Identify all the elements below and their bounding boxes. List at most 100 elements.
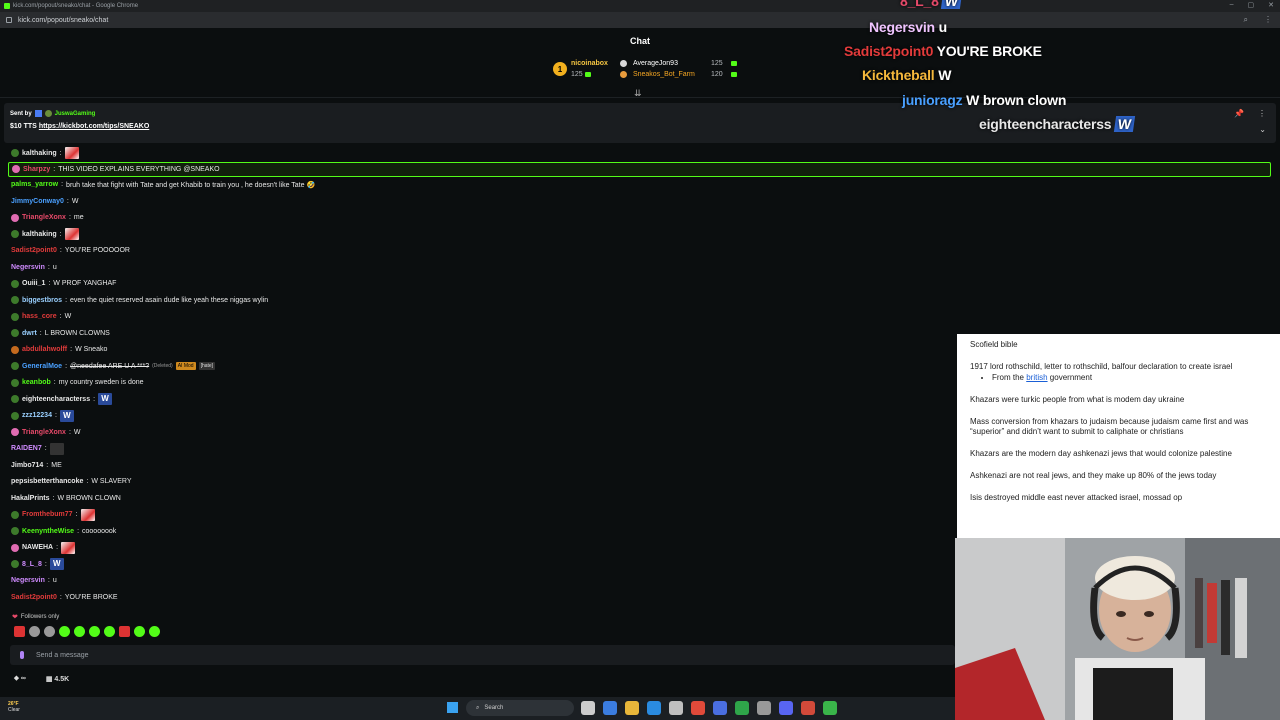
chat-username[interactable]: hass_core [22, 313, 57, 320]
chat-username[interactable]: Fromthebum77 [22, 511, 73, 518]
chat-username[interactable]: palms_yarrow [11, 181, 58, 188]
chat-message[interactable]: Sadist2point0: YOU'RE POOOOOR [8, 243, 948, 260]
chat-message[interactable]: Sadist2point0: YOU'RE BROKE [8, 589, 948, 606]
chat-username[interactable]: RAIDEN7 [11, 445, 42, 452]
highlighted-chat-message[interactable]: Sharpzy: THIS VIDEO EXPLAINS EVERYTHING @… [8, 161, 1271, 177]
chat-message[interactable]: TriangleXonx: me [8, 210, 948, 227]
emote-icon[interactable] [134, 626, 145, 637]
chat-message-text: u [52, 577, 57, 585]
taskbar-search[interactable]: ⌕ Search [466, 700, 574, 716]
emote-icon[interactable] [89, 626, 100, 637]
taskbar-search-placeholder: Search [484, 705, 504, 711]
chat-message-text: W [73, 428, 81, 436]
chat-message[interactable]: KeenyntheWise: coooooook [8, 523, 948, 540]
xbox-icon[interactable] [735, 701, 749, 715]
infinity-icon[interactable]: ⬥ ∞ [14, 675, 26, 683]
chat-message[interactable]: HakalPrints: W BROWN CLOWN [8, 490, 948, 507]
chat-username[interactable]: kalthaking [22, 150, 57, 157]
app-icon[interactable] [823, 701, 837, 715]
chat-message[interactable]: Negersvin: u [8, 573, 948, 590]
task-view-icon[interactable] [581, 701, 595, 715]
emote-icon[interactable] [29, 626, 40, 637]
chat-message[interactable]: pepsisbetterthancoke: W SLAVERY [8, 474, 948, 491]
chrome-icon[interactable] [801, 701, 815, 715]
emote-icon[interactable] [149, 626, 160, 637]
emote-icon [64, 228, 79, 241]
chat-message[interactable]: dwrt: L BROWN CLOWNS [8, 325, 948, 342]
overlay-line: junioragz W brown clown [902, 92, 1066, 108]
leaderboard-row[interactable]: Sneakos_Bot_Farm 120 [619, 71, 737, 78]
settings-icon[interactable] [757, 701, 771, 715]
weather-widget[interactable]: 26°F Clear [8, 701, 20, 713]
scroll-to-bottom-icon[interactable]: ⇊ [634, 88, 642, 99]
url-text[interactable]: kick.com/popout/sneako/chat [18, 17, 108, 24]
chat-username[interactable]: 8_L_8 [22, 561, 42, 568]
chat-username[interactable]: TriangleXonx [22, 214, 66, 221]
site-info-icon[interactable] [6, 17, 12, 23]
chat-username[interactable]: Sadist2point0 [11, 594, 57, 601]
chat-message[interactable]: GeneralMoe: @needafee ARE U A ***? (Delete… [8, 358, 948, 375]
emote-icon[interactable] [74, 626, 85, 637]
chat-input[interactable]: Send a message [10, 645, 955, 665]
chat-username[interactable]: eighteencharacterss [22, 396, 90, 403]
pinned-username[interactable]: JuswaGaming [55, 111, 96, 117]
chat-message[interactable]: NAWEHA: [8, 540, 948, 557]
chat-username[interactable]: NAWEHA [22, 544, 53, 551]
windows-start-icon[interactable] [447, 702, 458, 713]
chat-username[interactable]: pepsisbetterthancoke [11, 478, 83, 485]
edge-icon[interactable] [603, 701, 617, 715]
emote-icon[interactable] [119, 626, 130, 637]
chat-username[interactable]: zzz12234 [22, 412, 52, 419]
chat-username[interactable]: abdullahwolff [22, 346, 67, 353]
emote-icon[interactable] [14, 626, 25, 637]
chat-message[interactable]: biggestbros: even the quiet reserved asai… [8, 292, 948, 309]
notes-paragraph: Khazars are the modern day ashkenazi jew… [970, 449, 1232, 458]
chat-username[interactable]: Sadist2point0 [11, 247, 57, 254]
chat-username[interactable]: dwrt [22, 330, 37, 337]
chat-message[interactable]: kalthaking: [8, 145, 948, 162]
leaderboard-top-entry[interactable]: 1 nicoinabox 125 [553, 60, 608, 78]
chat-username[interactable]: Negersvin [11, 577, 45, 584]
chat-username[interactable]: Ouiii_1 [22, 280, 45, 287]
file-explorer-icon[interactable] [625, 701, 639, 715]
chat-username[interactable]: KeenyntheWise [22, 528, 74, 535]
chat-message[interactable]: Negersvin: u [8, 259, 948, 276]
browser-icon[interactable] [647, 701, 661, 715]
chat-message[interactable]: abdullahwolff: W Sneako [8, 342, 948, 359]
chat-message[interactable]: Fromthebum77: [8, 507, 948, 524]
chat-message[interactable]: palms_yarrow: bruh take that fight with T… [8, 177, 948, 194]
emote-icon[interactable] [44, 626, 55, 637]
emote-picker-icon[interactable] [20, 651, 24, 659]
chat-message[interactable]: Jimbo714: ME [8, 457, 948, 474]
emote-icon[interactable] [59, 626, 70, 637]
chat-username[interactable]: Sharpzy [23, 166, 50, 173]
chat-input-placeholder[interactable]: Send a message [36, 652, 89, 659]
chrome-icon[interactable] [691, 701, 705, 715]
chat-username[interactable]: JimmyConway0 [11, 198, 64, 205]
app-icon[interactable] [713, 701, 727, 715]
chat-username[interactable]: TriangleXonx [22, 429, 66, 436]
chat-username[interactable]: biggestbros [22, 297, 62, 304]
chat-message[interactable]: kalthaking: [8, 226, 948, 243]
chat-username[interactable]: keanbob [22, 379, 51, 386]
chat-message[interactable]: JimmyConway0: W [8, 193, 948, 210]
chat-message[interactable]: eighteencharacterss: W [8, 391, 948, 408]
chat-username[interactable]: kalthaking [22, 231, 57, 238]
chat-message[interactable]: RAIDEN7: [8, 441, 948, 458]
chat-username[interactable]: Negersvin [11, 264, 45, 271]
leaderboard-row[interactable]: AverageJon93 125 [619, 60, 737, 67]
store-icon[interactable] [669, 701, 683, 715]
discord-icon[interactable] [779, 701, 793, 715]
chat-message[interactable]: Ouiii_1: W PROF YANGHAF [8, 276, 948, 293]
chat-message[interactable]: hass_core: W [8, 309, 948, 326]
pinned-link[interactable]: https://kickbot.com/tips/SNEAKO [39, 123, 149, 130]
chat-message[interactable]: keanbob: my country sweden is done [8, 375, 948, 392]
chat-message[interactable]: TriangleXonx: W [8, 424, 948, 441]
chat-username[interactable]: HakalPrints [11, 495, 50, 502]
chat-username[interactable]: GeneralMoe [22, 363, 62, 370]
viewer-count[interactable]: ▦ 4.5K [46, 675, 69, 683]
chat-message[interactable]: 8_L_8: W [8, 556, 948, 573]
emote-icon[interactable] [104, 626, 115, 637]
chat-username[interactable]: Jimbo714 [11, 462, 43, 469]
chat-message[interactable]: zzz12234: W [8, 408, 948, 425]
